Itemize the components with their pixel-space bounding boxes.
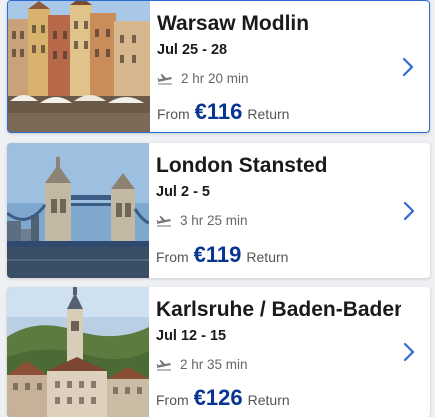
price-row: From €126 Return	[156, 385, 290, 411]
trip-type: Return	[247, 106, 290, 122]
flight-duration: 2 hr 20 min	[157, 71, 249, 86]
trip-dates: Jul 12 - 15	[156, 328, 227, 344]
duration-text: 3 hr 25 min	[180, 213, 248, 228]
chevron-right-icon[interactable]	[402, 201, 416, 221]
trip-type: Return	[246, 249, 289, 265]
chevron-right-icon[interactable]	[402, 342, 416, 362]
trip-dates: Jul 25 - 28	[157, 42, 228, 58]
plane-icon	[156, 359, 171, 370]
flight-duration: 3 hr 25 min	[156, 213, 248, 228]
plane-icon	[156, 215, 171, 226]
destination-name: London Stansted	[156, 154, 328, 177]
flight-results-list: Warsaw Modlin Jul 25 - 28 2 hr 20 min Fr…	[0, 0, 435, 417]
flight-card-london-stansted[interactable]: London Stansted Jul 2 - 5 3 hr 25 min Fr…	[7, 143, 430, 278]
price: €116	[194, 99, 243, 124]
flight-card-warsaw-modlin[interactable]: Warsaw Modlin Jul 25 - 28 2 hr 20 min Fr…	[7, 0, 430, 133]
price-row: From €116 Return	[157, 99, 289, 125]
destination-name: Warsaw Modlin	[157, 12, 310, 35]
price: €119	[193, 242, 242, 267]
destination-image	[7, 287, 149, 417]
destination-image	[8, 1, 150, 132]
price-row: From €119 Return	[156, 242, 288, 268]
destination-name: Karlsruhe / Baden-Baden	[156, 298, 401, 321]
plane-icon	[157, 73, 172, 84]
trip-dates: Jul 2 - 5	[156, 184, 210, 200]
price: €126	[193, 385, 243, 410]
flight-duration: 2 hr 35 min	[156, 357, 248, 372]
trip-type: Return	[247, 392, 290, 408]
duration-text: 2 hr 20 min	[181, 71, 249, 86]
flight-card-karlsruhe-baden-baden[interactable]: Karlsruhe / Baden-Baden Jul 12 - 15 2 hr…	[7, 287, 430, 417]
destination-image	[7, 143, 149, 278]
from-label: From	[157, 106, 190, 122]
from-label: From	[156, 249, 189, 265]
duration-text: 2 hr 35 min	[180, 357, 248, 372]
chevron-right-icon[interactable]	[401, 57, 415, 77]
from-label: From	[156, 392, 189, 408]
